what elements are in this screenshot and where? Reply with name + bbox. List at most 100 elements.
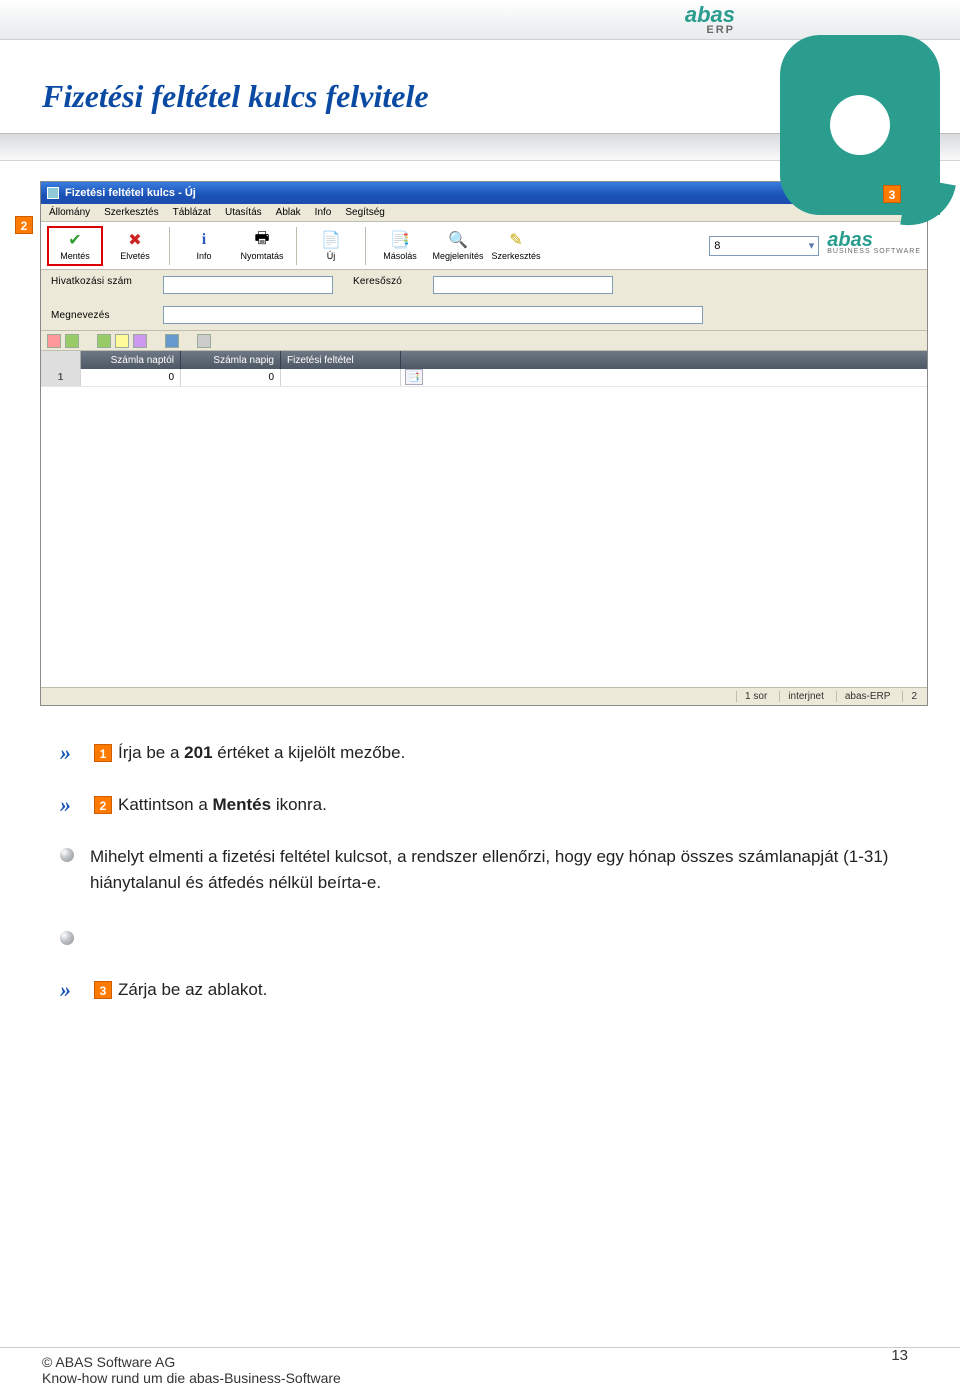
toolbar-separator [365,227,366,265]
mini-icon-5[interactable] [133,334,147,348]
discard-label: Elvetés [120,251,150,261]
logo-abas-erp: abas ERP [685,2,735,36]
grid-cell-naptol[interactable]: 0 [81,369,181,386]
grid-cell-napig[interactable]: 0 [181,369,281,386]
document-icon: 📄 [321,230,341,250]
copy-icon: 📑 [390,230,410,250]
chevron-icon: » [60,740,82,766]
grid-header-napig: Számla napig [181,351,281,369]
step2-bold: Mentés [213,795,272,814]
status-app: abas-ERP [836,691,891,702]
footer: 13 © ABAS Software AG Know-how rund um d… [0,1347,960,1398]
save-label: Mentés [60,251,90,261]
info-text: Mihelyt elmenti a fizetési feltétel kulc… [90,844,900,895]
check-icon: ✔ [65,230,85,250]
status-net: interjnet [779,691,824,702]
toolbar-right: 8 abas BUSINESS SOFTWARE [709,234,921,258]
step1-text: Írja be a 201 értéket a kijelölt mezőbe. [118,743,405,763]
window-title: Fizetési feltétel kulcs - Új [65,187,196,199]
info-paragraph: Mihelyt elmenti a fizetési feltétel kulc… [60,844,900,895]
status-ver: 2 [902,691,917,702]
bullet-icon [60,848,74,862]
grid-header-feltetel: Fizetési feltétel [281,351,401,369]
name-label: Megnevezés [51,310,143,321]
cell-lookup-button[interactable]: 📑 [405,369,423,385]
bullet-icon [60,931,74,945]
copy-button[interactable]: 📑 Másolás [374,226,426,266]
combo-value: 8 [714,240,720,252]
grid-header-naptol: Számla naptól [81,351,181,369]
step-badge-3-titlebar: 3 [883,185,901,203]
magnifier-icon: 🔍 [448,230,468,250]
menu-ablak[interactable]: Ablak [276,207,301,218]
step-badge-1: 1 [94,744,112,762]
step3-text: Zárja be az ablakot. [118,980,267,1000]
save-button[interactable]: ✔ Mentés [47,226,103,266]
info-button[interactable]: i Info [178,226,230,266]
menu-szerkesztes[interactable]: Szerkesztés [104,207,158,218]
print-button[interactable]: 🖶 Nyomtatás [236,226,288,266]
app-window: 2 3 Fizetési feltétel kulcs - Új Állomán… [40,181,928,706]
menu-info[interactable]: Info [315,207,332,218]
step2-post: ikonra. [271,795,327,814]
mini-icon-6[interactable] [165,334,179,348]
toolbar: ✔ Mentés ✖ Elvetés i Info 🖶 Nyomtatás 📄 … [41,222,927,270]
step-line-2: » 2 Kattintson a Mentés ikonra. [60,792,900,818]
new-button[interactable]: 📄 Új [305,226,357,266]
copy-label: Másolás [383,251,417,261]
chevron-icon: » [60,792,82,818]
step1-post: értéket a kijelölt mezőbe. [213,743,406,762]
brand-business-software: abas BUSINESS SOFTWARE [827,234,921,258]
info-label: Info [196,251,211,261]
step1-bold: 201 [184,743,212,762]
pencil-icon: ✎ [506,230,526,250]
info-icon: i [194,230,214,250]
toolbar-separator [296,227,297,265]
discard-button[interactable]: ✖ Elvetés [109,226,161,266]
step-badge-2: 2 [94,796,112,814]
ref-input[interactable] [163,276,333,294]
mini-icon-4[interactable] [115,334,129,348]
search-label: Keresőszó [353,276,413,294]
print-label: Nyomtatás [240,251,283,261]
menu-tablazat[interactable]: Táblázat [173,207,211,218]
name-input[interactable] [163,306,703,324]
toolbar-separator [169,227,170,265]
form-row: Hivatkozási szám Keresőszó Megnevezés [41,270,927,331]
view-button[interactable]: 🔍 Megjelenítés [432,226,484,266]
body-text: » 1 Írja be a 201 értéket a kijelölt mez… [60,740,900,1003]
footer-line2: Know-how rund um die abas-Business-Softw… [42,1370,900,1386]
step-line-1: » 1 Írja be a 201 értéket a kijelölt mez… [60,740,900,766]
menu-segitseg[interactable]: Segítség [345,207,384,218]
status-bar: 1 sor interjnet abas-ERP 2 [41,687,927,705]
menu-allomany[interactable]: Állomány [49,207,90,218]
search-input[interactable] [433,276,613,294]
mini-icon-3[interactable] [97,334,111,348]
mini-toolbar [41,331,927,351]
grid-cell-idx: 1 [41,369,81,386]
printer-icon: 🖶 [252,230,272,250]
step-badge-2-margin: 2 [15,216,33,234]
toolbar-combo[interactable]: 8 [709,236,819,256]
logo-big-a [780,35,940,215]
x-icon: ✖ [125,230,145,250]
menu-utasitas[interactable]: Utasítás [225,207,262,218]
new-label: Új [327,251,336,261]
step-badge-3: 3 [94,981,112,999]
step-line-3: » 3 Zárja be az ablakot. [60,977,900,1003]
mini-icon-7[interactable] [197,334,211,348]
grid-header-idx [41,351,81,369]
step1-pre: Írja be a [118,743,184,762]
grid-cell-feltetel[interactable] [281,369,401,386]
menu-bar: Állomány Szerkesztés Táblázat Utasítás A… [41,204,927,222]
grid-body-empty [41,387,927,687]
mini-icon-2[interactable] [65,334,79,348]
edit-button[interactable]: ✎ Szerkesztés [490,226,542,266]
mini-icon-1[interactable] [47,334,61,348]
window-icon [47,187,59,199]
ref-label: Hivatkozási szám [51,276,143,294]
step2-pre: Kattintson a [118,795,213,814]
grid-row[interactable]: 1 0 0 📑 [41,369,927,387]
step2-text: Kattintson a Mentés ikonra. [118,795,327,815]
view-label: Megjelenítés [432,251,483,261]
